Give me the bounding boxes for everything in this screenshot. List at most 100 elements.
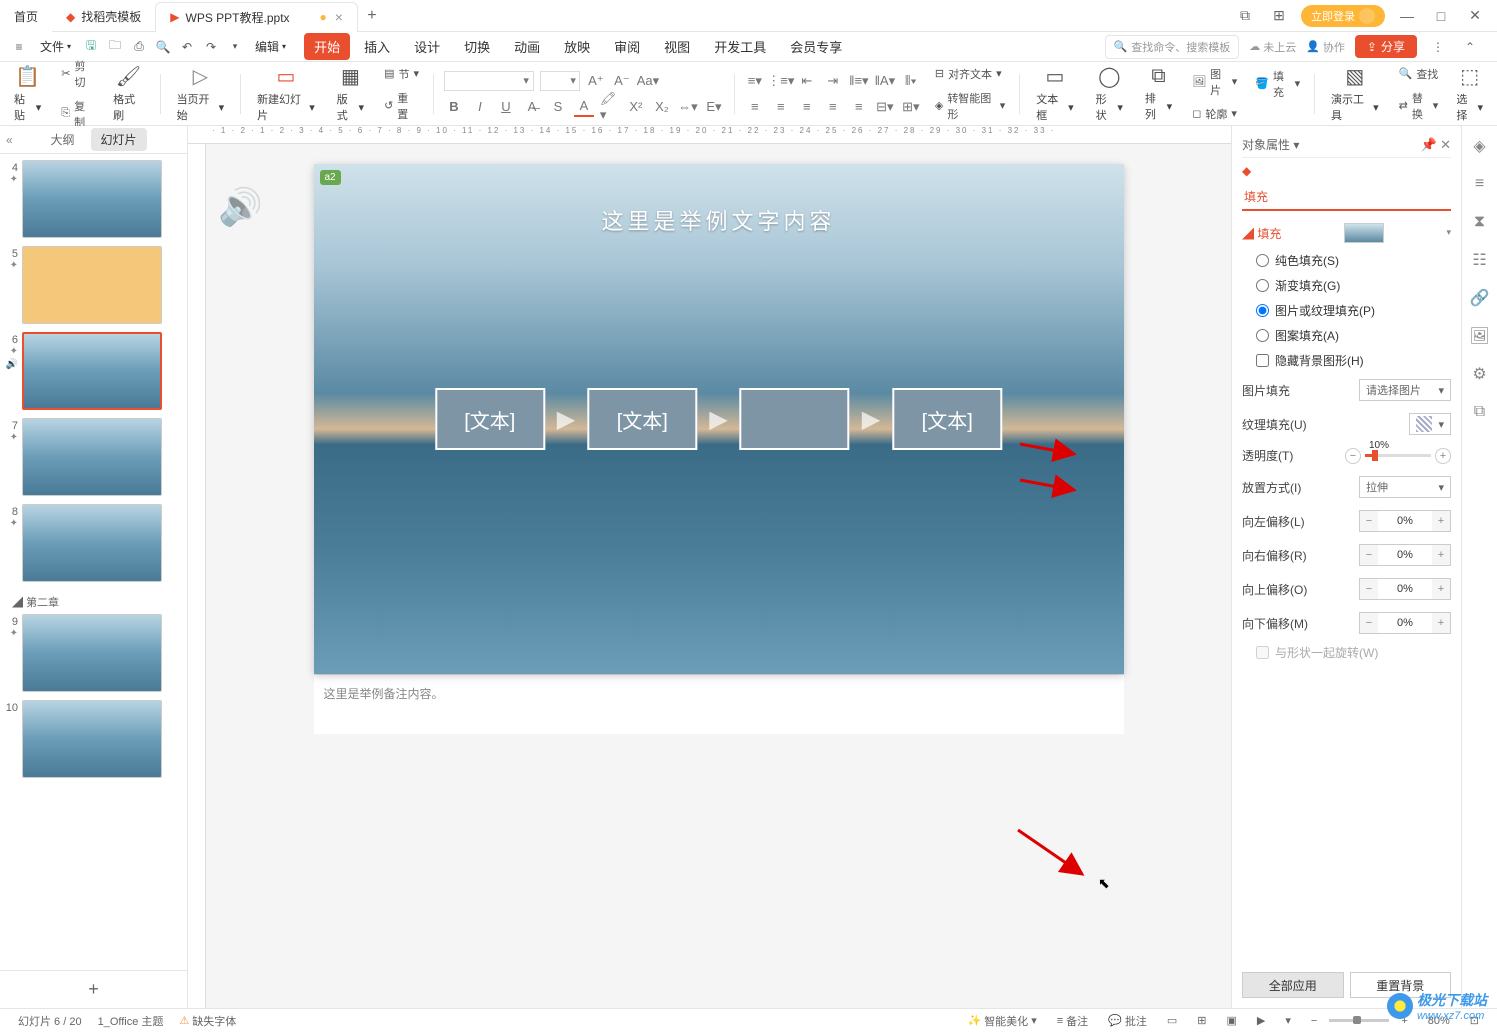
- picture-style-button[interactable]: 🖼图片 ▾: [1188, 64, 1241, 100]
- apply-all-button[interactable]: 全部应用: [1242, 972, 1344, 998]
- font-color-icon[interactable]: A: [574, 97, 594, 117]
- numbering-icon[interactable]: ⋮≡▾: [771, 71, 791, 91]
- strikethrough-icon[interactable]: A̶: [522, 97, 542, 117]
- login-button[interactable]: 立即登录: [1301, 5, 1385, 27]
- indent-inc-icon[interactable]: ⇥: [823, 71, 843, 91]
- fill-section-toggle[interactable]: ◢ 填充: [1242, 225, 1281, 242]
- new-slide-button[interactable]: ▭ 新建幻灯片 ▾: [251, 66, 321, 122]
- increase-font-icon[interactable]: A⁺: [586, 71, 606, 91]
- edit-menu[interactable]: 编辑 ▾: [247, 36, 294, 57]
- comments-toggle[interactable]: 💬批注: [1100, 1013, 1155, 1029]
- more-views-icon[interactable]: ▾: [1277, 1014, 1299, 1027]
- justify-icon[interactable]: ≡: [823, 97, 843, 117]
- collapse-ribbon-icon[interactable]: ⌃: [1459, 36, 1481, 58]
- opacity-decrease[interactable]: −: [1345, 448, 1361, 464]
- notes-toggle[interactable]: ≡备注: [1049, 1013, 1096, 1029]
- opacity-slider[interactable]: − 10% +: [1345, 448, 1451, 464]
- fill-tab[interactable]: 填充: [1242, 184, 1451, 211]
- new-tab-button[interactable]: +: [358, 7, 386, 25]
- rail-style-icon[interactable]: ◈: [1470, 136, 1490, 156]
- redo-icon[interactable]: ↷: [201, 37, 221, 57]
- align-right-icon[interactable]: ≡: [797, 97, 817, 117]
- thumb-item[interactable]: 8✦: [4, 504, 183, 582]
- ribbon-tab-developer[interactable]: 开发工具: [704, 33, 776, 60]
- character-spacing-icon[interactable]: ⇔▾: [678, 97, 698, 117]
- thumb-item[interactable]: 6✦🔊: [4, 332, 183, 410]
- cloud-status[interactable]: ☁ 未上云: [1249, 39, 1296, 55]
- fill-preview-thumb[interactable]: [1344, 223, 1384, 243]
- superscript-icon[interactable]: X²: [626, 97, 646, 117]
- reset-button[interactable]: ↺重置: [380, 88, 423, 124]
- italic-icon[interactable]: I: [470, 97, 490, 117]
- spin-inc[interactable]: +: [1432, 613, 1450, 633]
- chevron-down-icon[interactable]: ▾: [1446, 227, 1451, 238]
- subscript-icon[interactable]: X₂: [652, 97, 672, 117]
- slide-thumbnail[interactable]: [22, 418, 162, 496]
- zoom-slider[interactable]: [1329, 1019, 1389, 1022]
- opacity-increase[interactable]: +: [1435, 448, 1451, 464]
- text-box[interactable]: [740, 388, 850, 450]
- spin-dec[interactable]: −: [1360, 613, 1378, 633]
- vertical-ruler[interactable]: [188, 144, 206, 1008]
- start-from-button[interactable]: ▷ 当页开始 ▾: [171, 66, 231, 122]
- offset-left-spinner[interactable]: −0%+: [1359, 510, 1451, 532]
- ribbon-tab-insert[interactable]: 插入: [354, 33, 400, 60]
- tab-home[interactable]: 首页: [0, 2, 52, 32]
- thumb-item[interactable]: 9✦: [4, 614, 183, 692]
- thumb-item[interactable]: 4✦: [4, 160, 183, 238]
- indent-dec-icon[interactable]: ⇤: [797, 71, 817, 91]
- radio-pattern-fill[interactable]: 图案填充(A): [1242, 323, 1451, 348]
- clear-format-icon[interactable]: E▾: [704, 97, 724, 117]
- texture-select[interactable]: ▾: [1409, 413, 1451, 435]
- thumb-item[interactable]: 5✦: [4, 246, 183, 324]
- font-size-select[interactable]: ▾: [540, 71, 580, 91]
- slide-thumbnail[interactable]: [22, 160, 162, 238]
- tile-mode-select[interactable]: 拉伸▾: [1359, 476, 1451, 498]
- undo-icon[interactable]: ↶: [177, 37, 197, 57]
- outline-style-button[interactable]: ◻轮廓 ▾: [1188, 104, 1241, 124]
- fill-button[interactable]: 🪣填充 ▾: [1251, 66, 1304, 102]
- text-direction-icon[interactable]: ‖A▾: [875, 71, 895, 91]
- collapse-panel-icon[interactable]: «: [6, 133, 13, 147]
- textbox-button[interactable]: ▭ 文本框 ▾: [1030, 66, 1079, 122]
- slide-thumbnail[interactable]: [22, 504, 162, 582]
- slide-position[interactable]: 幻灯片 6 / 20: [10, 1013, 90, 1029]
- close-button[interactable]: ✕: [1463, 7, 1487, 24]
- distribute-icon[interactable]: ≡: [849, 97, 869, 117]
- checkbox-hide-bg[interactable]: 隐藏背景图形(H): [1242, 348, 1451, 373]
- collab-button[interactable]: 👤 协作: [1306, 39, 1345, 55]
- slide-thumbnails[interactable]: 4✦ 5✦ 6✦🔊 7✦ 8✦ ◢ 第二章 9✦: [0, 154, 187, 970]
- slide-thumbnail[interactable]: [22, 614, 162, 692]
- preview-icon[interactable]: 🔍: [153, 37, 173, 57]
- tab-document[interactable]: ▶ WPS PPT教程.pptx ● ×: [155, 2, 358, 32]
- rail-image-icon[interactable]: 🖼: [1470, 326, 1490, 346]
- view-sorter-icon[interactable]: ⊞: [1189, 1014, 1214, 1027]
- radio-solid-fill[interactable]: 纯色填充(S): [1242, 248, 1451, 273]
- shape-button[interactable]: ◯ 形状 ▾: [1090, 66, 1129, 122]
- thumb-item[interactable]: 7✦: [4, 418, 183, 496]
- add-slide-button[interactable]: +: [0, 970, 187, 1008]
- font-family-select[interactable]: ▾: [444, 71, 534, 91]
- switch-window-icon[interactable]: ⧉: [1233, 7, 1257, 24]
- slide-title[interactable]: 这里是举例文字内容: [601, 204, 835, 236]
- rail-effects-icon[interactable]: ≡: [1470, 174, 1490, 194]
- tab-template[interactable]: ◆ 找稻壳模板: [52, 2, 155, 32]
- saveas-icon[interactable]: 🗀: [105, 37, 125, 57]
- highlight-icon[interactable]: 🖍▾: [600, 97, 620, 117]
- zoom-handle[interactable]: [1353, 1016, 1361, 1024]
- missing-font-warning[interactable]: ⚠缺失字体: [171, 1013, 244, 1029]
- ribbon-tab-animation[interactable]: 动画: [504, 33, 550, 60]
- spin-inc[interactable]: +: [1432, 545, 1450, 565]
- pin-icon[interactable]: 📌: [1421, 137, 1437, 152]
- section-button[interactable]: ▤节 ▾: [380, 64, 423, 84]
- apps-icon[interactable]: ⊞: [1267, 7, 1291, 24]
- customize-icon[interactable]: ▾: [225, 37, 245, 57]
- split-cells-icon[interactable]: ⊞▾: [901, 97, 921, 117]
- tab-close-icon[interactable]: ×: [335, 9, 343, 25]
- bullets-icon[interactable]: ≡▾: [745, 71, 765, 91]
- ribbon-tab-start[interactable]: 开始: [304, 33, 350, 60]
- align-left-icon[interactable]: ≡: [745, 97, 765, 117]
- view-slideshow-icon[interactable]: ▶: [1249, 1014, 1273, 1027]
- rail-layout-icon[interactable]: ⧉: [1470, 402, 1490, 422]
- spin-inc[interactable]: +: [1432, 511, 1450, 531]
